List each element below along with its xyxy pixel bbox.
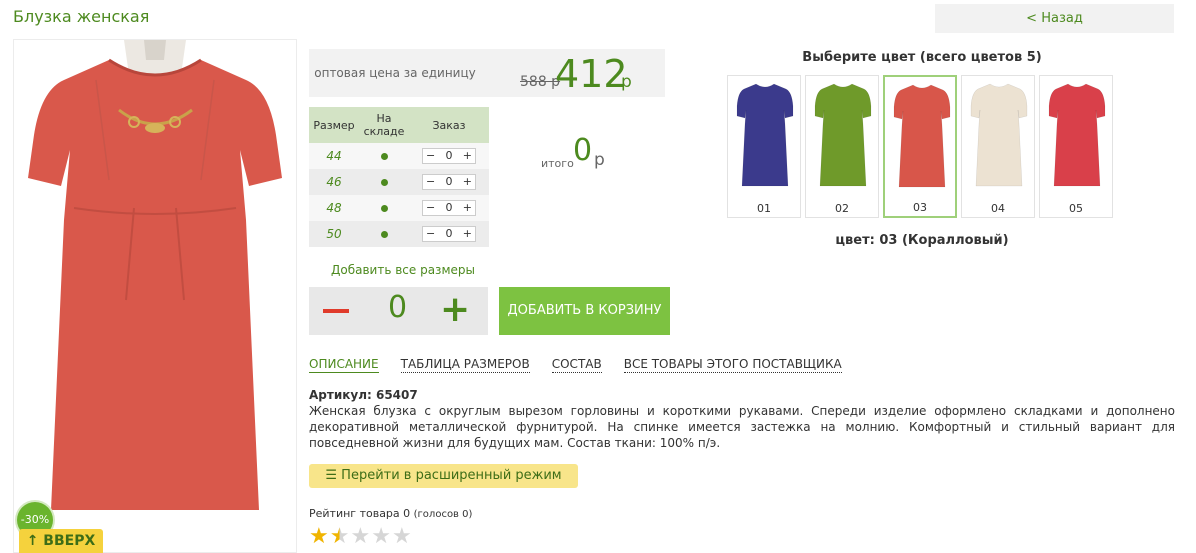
in-stock-dot [359, 221, 409, 247]
star-icon[interactable]: ★ [309, 526, 329, 548]
rating-votes: (голосов 0) [413, 509, 473, 520]
rating-text: Рейтинг товара 0 (голосов 0) [309, 507, 472, 520]
product-description: Женская блузка с округлым вырезом горлов… [309, 404, 1175, 450]
page-title: Блузка женская [13, 7, 150, 26]
order-stepper[interactable]: −0 + [422, 226, 476, 242]
size-value: 44 [309, 143, 359, 169]
list-icon: ☰ [325, 468, 338, 483]
blouse-thumbnail [736, 83, 794, 187]
decrement-button[interactable]: − [426, 227, 435, 241]
star-icon[interactable]: ★ [350, 526, 370, 548]
star-icon[interactable]: ★ [392, 526, 412, 548]
blouse-thumbnail [970, 83, 1028, 187]
size-header: Размер [309, 107, 359, 143]
price-label: оптовая цена за единицу [314, 66, 476, 80]
order-qty: 0 [445, 149, 453, 162]
decrement-button[interactable]: − [426, 149, 435, 163]
star-icon[interactable]: ★ [371, 526, 391, 548]
blouse-thumbnail [1048, 83, 1106, 187]
size-table: Размер На складе Заказ 44 −0 + 46 −0 + 48 … [309, 107, 489, 247]
swatch-number: 02 [835, 202, 849, 215]
color-swatch[interactable]: 04 [961, 75, 1035, 218]
color-swatch[interactable]: 03 [883, 75, 957, 218]
tab-description[interactable]: ОПИСАНИЕ [309, 357, 379, 373]
swatch-number: 01 [757, 202, 771, 215]
swatch-number: 04 [991, 202, 1005, 215]
new-price: 412 [555, 52, 628, 96]
blouse-thumbnail [814, 83, 872, 187]
quantity-plus-button[interactable]: + [440, 290, 470, 330]
order-qty: 0 [445, 201, 453, 214]
back-button[interactable]: < Назад [935, 4, 1174, 33]
color-swatches: 01 02 03 04 05 [727, 75, 1117, 218]
blouse-thumbnail [893, 84, 951, 188]
product-photo[interactable] [13, 39, 297, 553]
article-number: Артикул: 65407 [309, 388, 418, 402]
order-qty: 0 [445, 175, 453, 188]
color-swatch[interactable]: 05 [1039, 75, 1113, 218]
in-stock-dot [359, 195, 409, 221]
add-to-cart-button[interactable]: ДОБАВИТЬ В КОРЗИНУ [499, 287, 670, 335]
rating-stars: ★ ★ ★ ★ ★ [309, 526, 413, 548]
total-currency: р [594, 150, 605, 170]
price-currency: р [621, 72, 632, 92]
size-value: 50 [309, 221, 359, 247]
decrement-button[interactable]: − [426, 201, 435, 215]
order-stepper[interactable]: −0 + [422, 148, 476, 164]
advanced-mode-label: Перейти в расширенный режим [341, 468, 562, 483]
total-label: итого [541, 157, 574, 170]
selected-color-label: цвет: 03 (Коралловый) [835, 233, 1009, 248]
add-all-sizes-link[interactable]: Добавить все размеры [331, 263, 475, 277]
increment-button[interactable]: + [463, 175, 472, 189]
in-stock-dot [359, 143, 409, 169]
quantity-value: 0 [388, 290, 408, 325]
stock-header: На складе [359, 107, 409, 143]
in-stock-dot [359, 169, 409, 195]
product-tabs: ОПИСАНИЕ ТАБЛИЦА РАЗМЕРОВ СОСТАВ ВСЕ ТОВ… [309, 357, 864, 373]
increment-button[interactable]: + [463, 149, 472, 163]
swatch-number: 03 [913, 201, 927, 214]
increment-button[interactable]: + [463, 227, 472, 241]
star-icon[interactable]: ★ [330, 526, 350, 548]
scroll-up-button[interactable]: ↑ ВВЕРХ [19, 529, 103, 553]
decrement-button[interactable]: − [426, 175, 435, 189]
rating-label: Рейтинг товара 0 [309, 507, 411, 520]
quantity-minus-button[interactable] [323, 309, 349, 313]
color-swatch[interactable]: 02 [805, 75, 879, 218]
table-row: 46 −0 + [309, 169, 489, 195]
advanced-mode-button[interactable]: ☰ Перейти в расширенный режим [309, 464, 578, 488]
tab-supplier-products[interactable]: ВСЕ ТОВАРЫ ЭТОГО ПОСТАВЩИКА [623, 357, 842, 373]
order-header: Заказ [409, 107, 489, 143]
table-row: 44 −0 + [309, 143, 489, 169]
color-swatch[interactable]: 01 [727, 75, 801, 218]
total-value: 0 [573, 133, 593, 168]
size-value: 48 [309, 195, 359, 221]
swatch-number: 05 [1069, 202, 1083, 215]
increment-button[interactable]: + [463, 201, 472, 215]
tab-composition[interactable]: СОСТАВ [551, 357, 602, 373]
order-qty: 0 [445, 227, 453, 240]
color-picker-title: Выберите цвет (всего цветов 5) [802, 50, 1042, 65]
order-stepper[interactable]: −0 + [422, 200, 476, 216]
table-row: 50 −0 + [309, 221, 489, 247]
table-row: 48 −0 + [309, 195, 489, 221]
size-value: 46 [309, 169, 359, 195]
tab-size-table[interactable]: ТАБЛИЦА РАЗМЕРОВ [400, 357, 530, 373]
order-stepper[interactable]: −0 + [422, 174, 476, 190]
